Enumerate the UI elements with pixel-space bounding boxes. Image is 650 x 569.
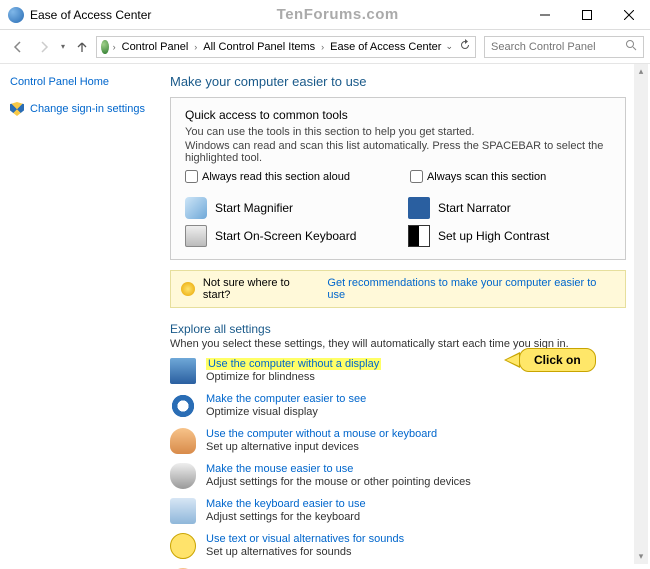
window-title: Ease of Access Center — [30, 8, 151, 22]
callout-annotation: Click on — [504, 348, 596, 372]
magnifier-icon — [185, 197, 207, 219]
setting-link-3[interactable]: Make the mouse easier to use — [206, 463, 353, 475]
contrast-icon — [408, 225, 430, 247]
breadcrumb[interactable]: › Control Panel › All Control Panel Item… — [96, 36, 476, 58]
mouse-icon — [170, 463, 196, 489]
up-button[interactable] — [70, 35, 94, 59]
app-icon — [8, 7, 24, 23]
control-panel-home-link[interactable]: Control Panel Home — [10, 76, 150, 88]
quick-desc2: Windows can read and scan this list auto… — [185, 140, 611, 164]
recommendations-link[interactable]: Get recommendations to make your compute… — [327, 277, 615, 301]
watermark: TenForums.com — [151, 6, 524, 23]
maximize-button[interactable] — [566, 1, 608, 29]
setting-desc: Set up alternative input devices — [206, 441, 437, 453]
control-panel-icon — [101, 40, 109, 54]
setting-link-1[interactable]: Make the computer easier to see — [206, 393, 366, 405]
always-read-checkbox[interactable]: Always read this section aloud — [185, 170, 350, 183]
kb2-icon — [170, 498, 196, 524]
high-contrast-link[interactable]: Set up High Contrast — [408, 225, 611, 247]
setting-desc: Adjust settings for the mouse or other p… — [206, 476, 471, 488]
start-osk-link[interactable]: Start On-Screen Keyboard — [185, 225, 388, 247]
setting-item: Make the mouse easier to useAdjust setti… — [170, 463, 626, 489]
quick-access-box: Quick access to common tools You can use… — [170, 97, 626, 260]
eye-icon — [170, 393, 196, 419]
navbar: ▾ › Control Panel › All Control Panel It… — [0, 30, 650, 64]
setting-link-0[interactable]: Use the computer without a display — [206, 358, 381, 370]
crumb-ease-of-access[interactable]: Ease of Access Center — [328, 41, 443, 53]
explore-title: Explore all settings — [170, 322, 626, 336]
close-button[interactable] — [608, 1, 650, 29]
crumb-all-items[interactable]: All Control Panel Items — [201, 41, 317, 53]
hint-text: Not sure where to start? — [203, 277, 320, 301]
start-magnifier-link[interactable]: Start Magnifier — [185, 197, 388, 219]
chevron-down-icon[interactable]: ⌄ — [445, 41, 453, 52]
search-box[interactable] — [484, 36, 644, 58]
chevron-right-icon[interactable]: › — [192, 42, 199, 52]
forward-button[interactable] — [32, 35, 56, 59]
crumb-control-panel[interactable]: Control Panel — [120, 41, 191, 53]
setting-desc: Optimize visual display — [206, 406, 366, 418]
minimize-button[interactable] — [524, 1, 566, 29]
checkbox[interactable] — [410, 170, 423, 183]
checkbox[interactable] — [185, 170, 198, 183]
always-scan-checkbox[interactable]: Always scan this section — [410, 170, 546, 183]
start-narrator-link[interactable]: Start Narrator — [408, 197, 611, 219]
person-icon — [170, 428, 196, 454]
setting-item: Make the keyboard easier to useAdjust se… — [170, 498, 626, 524]
refresh-icon[interactable] — [459, 39, 471, 54]
setting-item: Make the computer easier to seeOptimize … — [170, 393, 626, 419]
lightbulb-icon — [181, 282, 195, 296]
page-heading: Make your computer easier to use — [170, 74, 626, 89]
main-content: Make your computer easier to use Quick a… — [160, 64, 650, 569]
keyboard-icon — [185, 225, 207, 247]
setting-item: Use the computer without a mouse or keyb… — [170, 428, 626, 454]
history-dropdown-icon[interactable]: ▾ — [58, 42, 68, 51]
display-icon — [170, 358, 196, 384]
search-icon — [625, 39, 637, 54]
hint-bar: Not sure where to start? Get recommendat… — [170, 270, 626, 308]
setting-desc: Adjust settings for the keyboard — [206, 511, 366, 523]
titlebar: Ease of Access Center TenForums.com — [0, 0, 650, 30]
back-button[interactable] — [6, 35, 30, 59]
setting-item: Use text or visual alternatives for soun… — [170, 533, 626, 559]
quick-desc1: You can use the tools in this section to… — [185, 126, 611, 138]
setting-link-2[interactable]: Use the computer without a mouse or keyb… — [206, 428, 437, 440]
shield-icon — [10, 102, 24, 116]
narrator-icon — [408, 197, 430, 219]
sidebar: Control Panel Home Change sign-in settin… — [0, 64, 160, 569]
setting-link-5[interactable]: Use text or visual alternatives for soun… — [206, 533, 404, 545]
setting-link-4[interactable]: Make the keyboard easier to use — [206, 498, 366, 510]
chevron-right-icon[interactable]: › — [319, 42, 326, 52]
change-signin-settings-link[interactable]: Change sign-in settings — [10, 102, 150, 116]
setting-desc: Set up alternatives for sounds — [206, 546, 404, 558]
quick-title: Quick access to common tools — [185, 108, 611, 122]
sidebar-link-label: Change sign-in settings — [30, 103, 145, 115]
chevron-right-icon[interactable]: › — [111, 42, 118, 52]
search-input[interactable] — [491, 41, 619, 53]
speech-icon — [170, 533, 196, 559]
setting-desc: Optimize for blindness — [206, 371, 381, 383]
callout-label: Click on — [519, 348, 596, 372]
